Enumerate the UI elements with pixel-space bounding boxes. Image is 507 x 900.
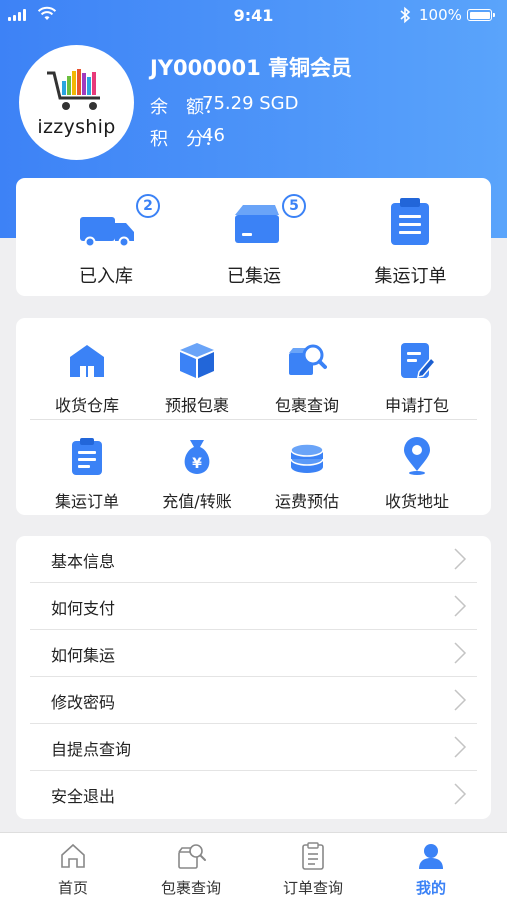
- tab-label: 订单查询: [282, 879, 343, 897]
- order-list-icon: [302, 842, 324, 870]
- bottom-tab-bar: 首页 包裹查询 订单查询 我的: [0, 832, 507, 900]
- tab-order-search[interactable]: 订单查询: [253, 833, 373, 900]
- summary-card: 2 已入库 5 已集运 集运订单: [16, 178, 491, 296]
- menu-item-change-password[interactable]: 修改密码: [30, 677, 477, 724]
- menu-item-label: 如何支付: [51, 599, 116, 618]
- tab-label: 包裹查询: [160, 879, 221, 897]
- summary-label: 已集运: [227, 266, 281, 287]
- user-icon: [419, 844, 443, 869]
- tab-label: 首页: [57, 879, 88, 897]
- home-icon: [61, 843, 85, 868]
- chevron-right-icon: [454, 783, 467, 805]
- battery-icon: [467, 9, 495, 21]
- tab-label: 我的: [415, 879, 446, 897]
- warehouse-icon: [70, 345, 104, 377]
- location-pin-icon: [404, 437, 430, 475]
- features-card: 收货仓库 预报包裹 包裹查询 申请打包 集运订单 ¥ 充值/转账 运费预估 收货…: [16, 318, 491, 515]
- menu-item-how-to-pay[interactable]: 如何支付: [30, 583, 477, 630]
- in-warehouse-count-badge: 2: [136, 194, 160, 218]
- clipboard-icon: [72, 438, 102, 475]
- menu-item-logout[interactable]: 安全退出: [30, 771, 477, 818]
- settings-menu: 基本信息 如何支付 如何集运 修改密码 自提点查询 安全退出: [16, 536, 491, 819]
- menu-item-label: 修改密码: [51, 693, 116, 712]
- points-row: 积 分： 46: [150, 125, 225, 151]
- clipboard-icon: [391, 198, 429, 245]
- feature-label: 集运订单: [54, 492, 119, 511]
- balance-row: 余 额： 75.29 SGD: [150, 93, 299, 119]
- logo-text: izzyship: [37, 116, 116, 138]
- status-bar: 9:41 100%: [0, 0, 507, 30]
- cart-logo-icon: [47, 69, 100, 110]
- chevron-right-icon: [454, 595, 467, 617]
- menu-item-how-to-consolidate[interactable]: 如何集运: [30, 630, 477, 677]
- chevron-right-icon: [454, 689, 467, 711]
- menu-item-pickup-points[interactable]: 自提点查询: [30, 724, 477, 771]
- package-search-icon: [289, 344, 327, 375]
- balance-value: 75.29 SGD: [202, 93, 299, 114]
- menu-item-label: 安全退出: [51, 787, 116, 806]
- tab-home[interactable]: 首页: [13, 833, 133, 900]
- edit-document-icon: [401, 343, 437, 378]
- package-icon: [180, 343, 214, 378]
- chevron-right-icon: [454, 548, 467, 570]
- summary-label: 已入库: [79, 266, 133, 287]
- money-bag-icon: ¥: [184, 440, 210, 474]
- package-search-icon: [178, 844, 206, 869]
- points-label: 积 分：: [150, 129, 222, 150]
- consolidated-count-badge: 5: [282, 194, 306, 218]
- balance-label: 余 额：: [150, 97, 222, 118]
- battery-percent: 100%: [419, 6, 462, 24]
- chevron-right-icon: [454, 736, 467, 758]
- truck-icon: [80, 217, 134, 247]
- bluetooth-icon: [400, 6, 411, 24]
- tab-package-search[interactable]: 包裹查询: [131, 833, 251, 900]
- chevron-right-icon: [454, 642, 467, 664]
- feature-label: 预报包裹: [164, 396, 229, 415]
- summary-label: 集运订单: [374, 266, 447, 287]
- coin-stack-icon: [290, 443, 324, 473]
- menu-item-label: 自提点查询: [51, 740, 132, 759]
- feature-label: 充值/转账: [162, 492, 232, 511]
- feature-label: 收货仓库: [54, 396, 119, 415]
- avatar[interactable]: izzyship: [19, 45, 134, 160]
- menu-item-label: 基本信息: [51, 552, 116, 571]
- menu-item-basic-info[interactable]: 基本信息: [30, 536, 477, 583]
- box-icon: [235, 205, 279, 243]
- feature-label: 运费预估: [274, 492, 339, 511]
- summary-item-consolidated[interactable]: 5 已集运: [184, 178, 324, 296]
- grid-divider: [30, 419, 477, 420]
- feature-label: 申请打包: [384, 396, 449, 415]
- tab-my-account[interactable]: 我的: [371, 833, 491, 900]
- summary-item-orders[interactable]: 集运订单: [338, 178, 483, 296]
- menu-item-label: 如何集运: [51, 646, 116, 665]
- summary-item-in-warehouse[interactable]: 2 已入库: [36, 178, 176, 296]
- member-line: JY000001 青铜会员: [150, 56, 353, 80]
- feature-label: 包裹查询: [274, 396, 339, 415]
- feature-label: 收货地址: [384, 492, 449, 511]
- points-value: 46: [202, 125, 225, 146]
- svg-text:¥: ¥: [192, 456, 202, 472]
